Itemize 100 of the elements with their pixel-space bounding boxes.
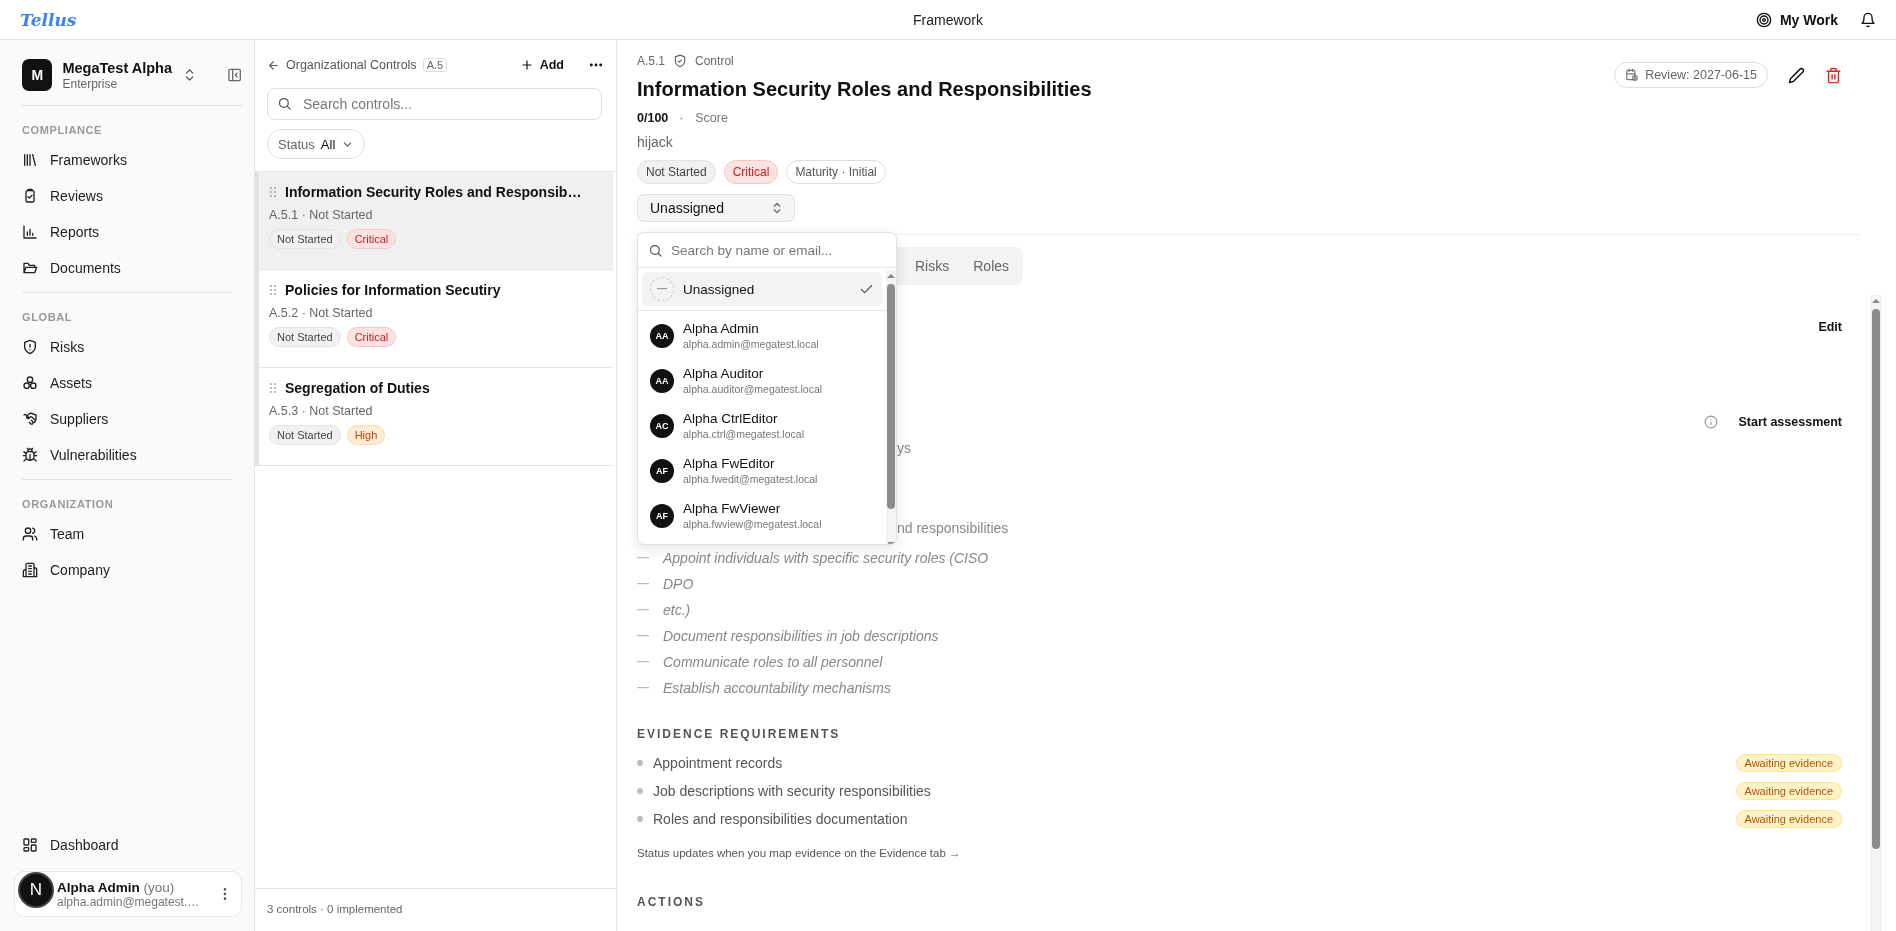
assignee-option[interactable]: AA Alpha Auditor alpha.auditor@megatest.local xyxy=(642,358,882,403)
status-filter[interactable]: Status All xyxy=(267,129,366,159)
delete-button[interactable] xyxy=(1825,66,1842,84)
priority-badge: Critical xyxy=(346,327,397,347)
clipboard-check-icon xyxy=(22,188,38,204)
pencil-icon xyxy=(1788,66,1805,84)
sidebar-item[interactable]: Documents xyxy=(22,250,242,286)
evidence-status-badge: Awaiting evidence xyxy=(1735,810,1842,828)
control-row[interactable]: Segregation of Duties A.5.3 · Not Started Not Started High xyxy=(255,368,613,466)
org-avatar: M xyxy=(22,59,53,91)
user-avatar: AA xyxy=(650,368,674,393)
drag-handle-icon[interactable] xyxy=(269,186,277,198)
control-title: Segregation of Duties xyxy=(285,380,430,396)
assignee-option[interactable]: AF Alpha FwEditor alpha.fwedit@megatest.local xyxy=(642,448,882,493)
control-row[interactable]: Information Security Roles and Responsib… A.5.1 · Not Started Not Started Critical xyxy=(255,172,613,270)
building-icon xyxy=(22,562,38,578)
scrollbar[interactable] xyxy=(1870,295,1882,931)
bullet-dot xyxy=(637,816,643,822)
user-name: Alpha Admin (you) xyxy=(57,879,176,895)
sidebar-item[interactable]: Company xyxy=(22,552,242,588)
section-heading: EVIDENCE REQUIREMENTS xyxy=(637,727,842,741)
start-assessment-button[interactable]: Start assessment xyxy=(1738,415,1842,429)
search-icon xyxy=(277,96,292,111)
evidence-item: Appointment records xyxy=(653,755,783,771)
sidebar-item[interactable]: Dashboard xyxy=(22,827,242,863)
dash-bullet xyxy=(637,609,649,611)
folder-icon xyxy=(22,260,38,276)
sidebar-item[interactable]: Vulnerabilities xyxy=(22,437,242,473)
users-icon xyxy=(22,526,38,542)
org-plan: Enterprise xyxy=(62,76,119,91)
evidence-status-badge: Awaiting evidence xyxy=(1735,782,1842,800)
priority-badge: Critical xyxy=(723,160,779,184)
add-button[interactable]: Add xyxy=(519,58,564,72)
info-icon xyxy=(1704,415,1719,429)
handshake-icon xyxy=(22,411,38,427)
sidebar-item[interactable]: Frameworks xyxy=(22,142,242,178)
evidence-item: Roles and responsibilities documentation xyxy=(653,811,908,827)
evidence-status-badge: Awaiting evidence xyxy=(1735,754,1842,772)
dashboard-icon xyxy=(22,837,38,853)
control-heading: Information Security Roles and Responsibilities xyxy=(637,78,1093,101)
drag-handle-icon[interactable] xyxy=(269,284,277,296)
sidebar-item[interactable]: Risks xyxy=(22,329,242,365)
sidebar-item[interactable]: Team xyxy=(22,516,242,552)
sidebar-item[interactable]: Reviews xyxy=(22,178,242,214)
breadcrumb-link[interactable]: Organizational Controls xyxy=(286,58,417,72)
review-date-button[interactable]: Review: 2027-06-15 xyxy=(1614,62,1768,88)
tab[interactable]: Roles xyxy=(973,258,1010,274)
notification-bell-icon xyxy=(1860,11,1876,28)
maturity-badge: Maturity · Initial xyxy=(786,160,886,184)
user-avatar: AA xyxy=(650,323,674,348)
page-title: Framework xyxy=(913,11,983,28)
shield-check-icon xyxy=(673,54,688,68)
section-label: COMPLIANCE xyxy=(22,124,103,136)
status-badge: Not Started xyxy=(269,229,341,249)
assignee-option[interactable]: AA Alpha Admin alpha.admin@megatest.local xyxy=(642,313,882,358)
dash-bullet xyxy=(637,635,649,637)
app-logo[interactable]: Tellus xyxy=(20,9,77,30)
assets-icon xyxy=(22,375,38,391)
trash-icon xyxy=(1825,66,1842,84)
drag-handle-icon[interactable] xyxy=(269,382,277,394)
sidebar-item[interactable]: Assets xyxy=(22,365,242,401)
priority-badge: High xyxy=(346,425,386,445)
scroll-arrow-icon[interactable] xyxy=(1871,297,1881,305)
status-badge: Not Started xyxy=(269,425,341,445)
bug-icon xyxy=(22,447,38,463)
user-avatar: AF xyxy=(650,503,674,528)
scroll-arrow-icon[interactable] xyxy=(886,272,896,280)
sidebar-item[interactable]: Suppliers xyxy=(22,401,242,437)
search-field[interactable]: Search controls... xyxy=(267,88,602,120)
assignee-option[interactable]: AF Alpha FwViewer alpha.fwview@megatest.local xyxy=(642,493,882,538)
guidance-step: Establish accountability mechanisms xyxy=(663,680,891,696)
user-email: alpha.admin@megatest.… xyxy=(57,894,201,909)
section-label: ORGANIZATION xyxy=(22,498,115,510)
guidance-step: etc.) xyxy=(663,602,691,618)
control-row[interactable]: Policies for Information Secutiry A.5.2 · Not Started Not Started Critical xyxy=(255,270,613,368)
section-heading: ACTIONS xyxy=(637,895,706,909)
control-meta: A.5.1 · Not Started xyxy=(269,208,374,222)
dash-bullet xyxy=(637,661,649,663)
dash-bullet xyxy=(637,583,649,585)
tab[interactable]: Risks xyxy=(915,258,950,274)
assignee-select[interactable]: Unassigned xyxy=(637,194,795,222)
sidebar-item[interactable]: Reports xyxy=(22,214,242,250)
bullet-dot xyxy=(637,760,643,766)
control-title: Information Security Roles and Responsib… xyxy=(285,184,582,200)
edit-link[interactable]: Edit xyxy=(1818,320,1842,334)
my-work-button[interactable]: My Work xyxy=(1755,11,1838,28)
score-label: Score xyxy=(695,111,728,125)
assignee-option[interactable]: Unassigned xyxy=(642,272,882,306)
user-avatar: AC xyxy=(650,413,674,438)
dash-bullet xyxy=(637,557,649,559)
guidance-step: Communicate roles to all personnel xyxy=(663,654,883,670)
assignee-option[interactable]: AC Alpha CtrlEditor alpha.ctrl@megatest.local xyxy=(642,403,882,448)
user-search-field[interactable]: Search by name or email... xyxy=(638,233,896,268)
control-meta: A.5.2 · Not Started xyxy=(269,306,374,320)
edit-button[interactable] xyxy=(1788,66,1805,84)
text-fragment: nd responsibilities xyxy=(897,520,1010,536)
control-code: A.5.1 xyxy=(637,54,666,68)
scrollbar[interactable] xyxy=(886,270,896,542)
org-name: MegaTest Alpha xyxy=(62,59,173,76)
score-value: 0/100 xyxy=(637,111,669,125)
